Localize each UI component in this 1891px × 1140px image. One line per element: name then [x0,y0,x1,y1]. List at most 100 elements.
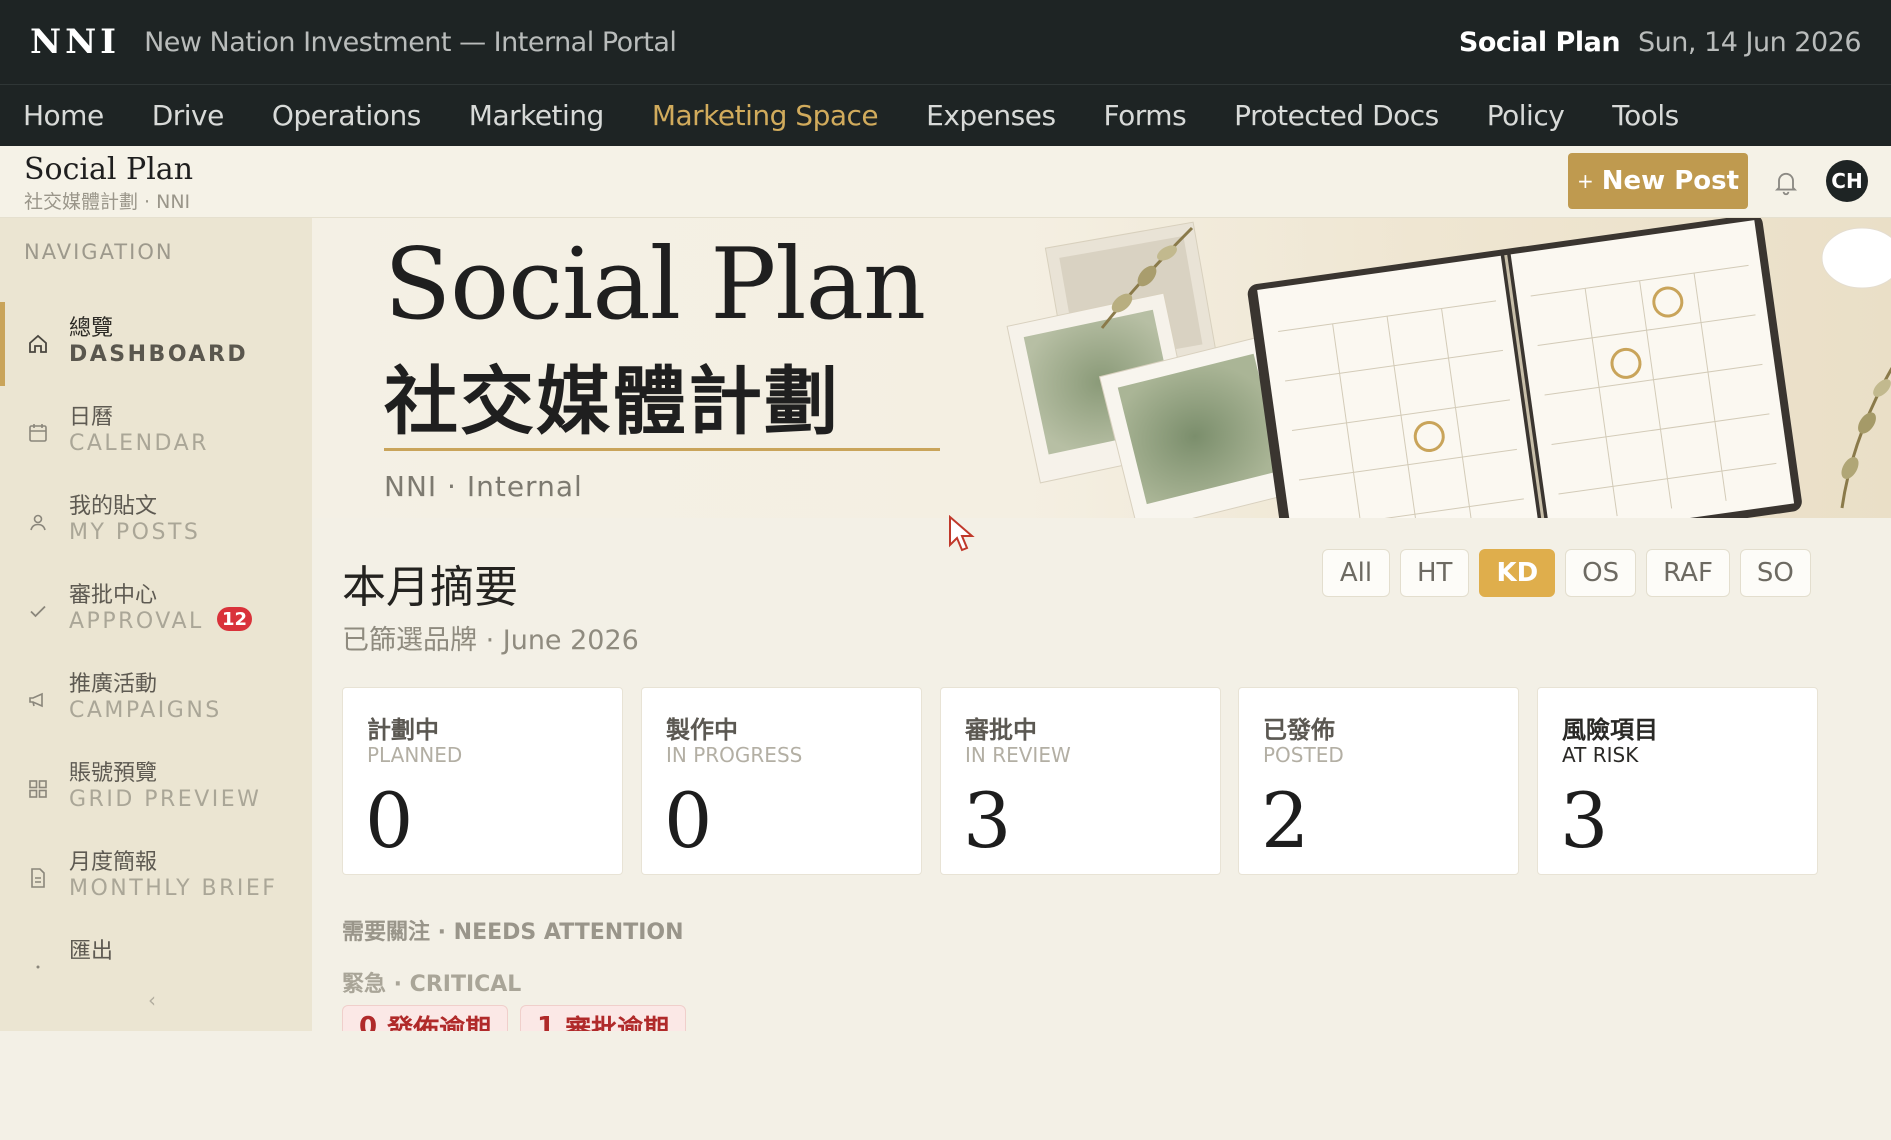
main-nav: Home Drive Operations Marketing Marketin… [0,84,1891,146]
sidebar-item-campaigns[interactable]: 推廣活動 CAMPAIGNS [0,658,312,742]
nav-item-operations[interactable]: Operations [272,99,421,132]
top-right-info: Social Plan Sun, 14 Jun 2026 [1458,26,1862,58]
sidebar: NAVIGATION 總覽 DASHBOARD 日曆 CALENDAR 我的貼文… [0,218,312,1031]
dot-icon [36,965,40,969]
nav-item-marketing[interactable]: Marketing [469,99,605,132]
stat-card-planned[interactable]: 計劃中 PLANNED 0 [342,687,623,875]
sidebar-item-export[interactable]: 匯出 [0,925,312,985]
user-avatar[interactable]: CH [1826,160,1868,202]
hero-title: Social Plan [384,228,926,342]
stat-label-zh: 審批中 [965,716,1037,744]
stat-label-en: AT RISK [1562,743,1639,767]
check-icon [30,605,46,618]
calendar-icon [29,424,47,442]
stat-label-zh: 已發佈 [1263,716,1335,744]
stat-label-en: IN REVIEW [965,743,1071,767]
sidebar-item-zh: 日曆 [69,405,114,430]
brand-filter-all[interactable]: All [1322,549,1390,597]
sidebar-item-en: MY POSTS [69,520,201,545]
brand-filter-group: All HT KD OS RAF SO [1322,549,1811,597]
sidebar-item-monthly-brief[interactable]: 月度簡報 MONTHLY BRIEF [0,836,312,920]
critical-chip-approval-overdue[interactable]: 1 審批逾期 [520,1005,687,1031]
sidebar-item-grid-preview[interactable]: 賬號預覽 GRID PREVIEW [0,747,312,831]
new-post-label: New Post [1601,166,1740,196]
current-date: Sun, 14 Jun 2026 [1638,26,1861,58]
stat-value: 2 [1261,776,1310,865]
brand-filter-kd[interactable]: KD [1479,549,1556,597]
sidebar-item-zh: 賬號預覽 [69,761,158,786]
app-header: Social Plan 社交媒體計劃 · NNI + New Post CH [0,146,1891,218]
stat-value: 0 [365,776,414,865]
stat-label-zh: 風險項目 [1562,716,1658,744]
brand-filter-so[interactable]: SO [1739,549,1811,597]
current-app-label: Social Plan [1458,26,1621,58]
hero-title-zh: 社交媒體計劃 [384,359,840,445]
stat-card-in-review[interactable]: 審批中 IN REVIEW 3 [940,687,1221,875]
nav-item-expenses[interactable]: Expenses [926,99,1056,132]
top-bar: NNI New Nation Investment — Internal Por… [0,0,1891,84]
stat-label-zh: 計劃中 [367,716,439,744]
hero-subtitle: NNI · Internal [384,470,583,503]
brand-filter-ht[interactable]: HT [1400,549,1470,597]
sidebar-item-en: CAMPAIGNS [69,698,222,723]
mouse-cursor-icon [949,515,975,552]
sidebar-item-dashboard[interactable]: 總覽 DASHBOARD [0,302,312,386]
stat-value: 3 [963,776,1012,865]
new-post-button[interactable]: + New Post [1568,153,1748,209]
nav-item-protected-docs[interactable]: Protected Docs [1234,99,1439,132]
stat-label-zh: 製作中 [666,716,738,744]
app-title: Social Plan [24,152,194,187]
megaphone-icon [29,692,43,708]
stat-card-at-risk[interactable]: 風險項目 AT RISK 3 [1537,687,1818,875]
sidebar-item-zh: 推廣活動 [69,672,158,697]
sidebar-item-zh: 總覽 [69,316,114,341]
hero-divider [384,448,940,451]
sidebar-item-approval[interactable]: 審批中心 APPROVAL 12 [0,569,312,653]
sidebar-item-zh: 月度簡報 [69,850,158,875]
brand-filter-os[interactable]: OS [1565,549,1637,597]
nav-item-forms[interactable]: Forms [1104,99,1187,132]
critical-count: 1 [537,1012,556,1031]
sidebar-item-en: DASHBOARD [69,342,249,367]
hero-banner: Social Plan 社交媒體計劃 NNI · Internal [312,218,1891,518]
nav-item-tools[interactable]: Tools [1612,99,1679,132]
bell-icon[interactable] [1772,168,1800,196]
app-subtitle: 社交媒體計劃 · NNI [24,191,191,213]
home-icon [29,334,47,353]
user-icon [30,514,46,531]
sidebar-item-en: GRID PREVIEW [69,787,262,812]
nav-item-drive[interactable]: Drive [152,99,225,132]
critical-label: 發佈逾期 [387,1014,492,1032]
sidebar-item-en: APPROVAL [69,609,204,634]
sidebar-item-calendar[interactable]: 日曆 CALENDAR [0,391,312,475]
plus-icon: + [1576,169,1594,193]
critical-count: 0 [359,1012,378,1031]
stat-card-posted[interactable]: 已發佈 POSTED 2 [1238,687,1519,875]
stat-label-en: POSTED [1263,743,1344,767]
critical-items-row: 0 發佈逾期 1 審批逾期 [342,1005,742,1031]
sidebar-item-en: CALENDAR [69,431,209,456]
needs-attention-heading: 需要關注 · NEEDS ATTENTION [342,920,684,945]
sidebar-heading: NAVIGATION [24,240,174,264]
stat-label-en: PLANNED [367,743,463,767]
critical-heading: 緊急 · CRITICAL [342,972,522,997]
document-icon [31,868,45,888]
brand-filter-raf[interactable]: RAF [1646,549,1730,597]
collapse-sidebar-icon[interactable]: ‹ [148,988,156,1012]
sidebar-item-zh: 審批中心 [69,583,158,608]
stat-card-in-progress[interactable]: 製作中 IN PROGRESS 0 [641,687,922,875]
nni-logo[interactable]: NNI [30,22,120,62]
approval-count-badge: 12 [217,607,253,631]
portal-title: New Nation Investment — Internal Portal [144,26,677,58]
nav-item-home[interactable]: Home [23,99,104,132]
critical-chip-post-overdue[interactable]: 0 發佈逾期 [342,1005,509,1032]
sidebar-item-my-posts[interactable]: 我的貼文 MY POSTS [0,480,312,564]
nav-item-policy[interactable]: Policy [1487,99,1565,132]
stat-value: 0 [664,776,713,865]
stat-label-en: IN PROGRESS [666,743,803,767]
sidebar-item-en: MONTHLY BRIEF [69,876,278,901]
summary-subtitle: 已篩選品牌 · June 2026 [342,625,639,656]
stat-value: 3 [1560,776,1609,865]
nav-item-marketing-space[interactable]: Marketing Space [652,99,879,132]
grid-icon [29,780,47,798]
